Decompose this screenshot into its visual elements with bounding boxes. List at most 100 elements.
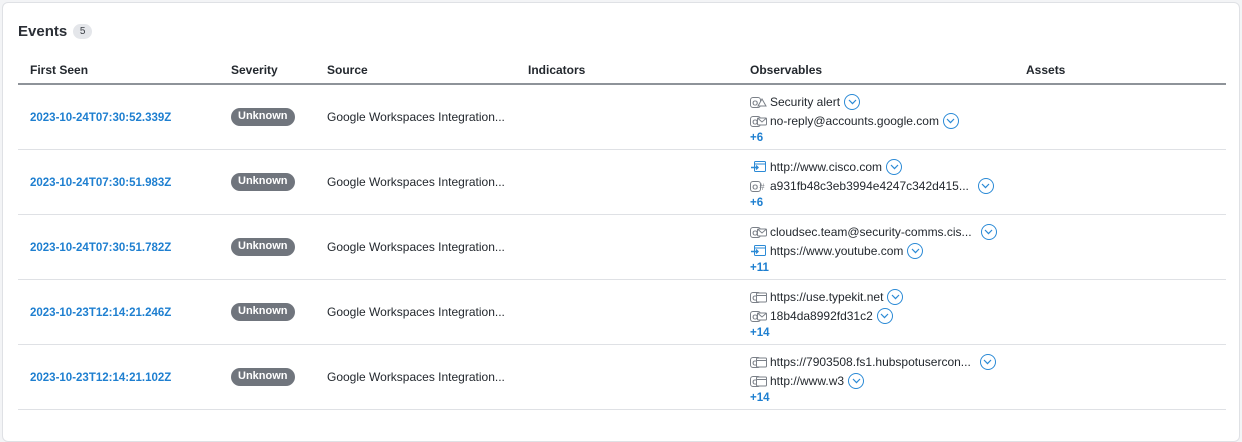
cell-source: Google Workspaces Integration... (315, 84, 516, 149)
domain-icon: O (750, 291, 767, 303)
hash-icon: O # (750, 180, 767, 192)
cell-assets (1014, 344, 1226, 409)
observable-value: https://7903508.fs1.hubspotusercon... (770, 355, 971, 369)
cell-severity: Unknown (219, 344, 315, 409)
observable-item: Ohttps://7903508.fs1.hubspotusercon... (750, 353, 1014, 372)
more-observables-link[interactable]: +14 (750, 326, 1014, 340)
first-seen-link[interactable]: 2023-10-23T12:14:21.102Z (30, 372, 171, 384)
observable-menu-button[interactable] (977, 178, 994, 194)
email-icon: O (750, 115, 767, 127)
email-icon: O (750, 310, 767, 322)
observable-menu-button[interactable] (844, 94, 861, 111)
source-text: Google Workspaces Integration... (327, 304, 505, 319)
observable-item: O Security alert (750, 93, 1014, 112)
observable-item: Ohttp://www.w3 (750, 372, 1014, 391)
observable-menu-button[interactable] (942, 113, 959, 130)
first-seen-link[interactable]: 2023-10-24T07:30:51.983Z (30, 177, 171, 189)
cell-indicators (516, 344, 738, 409)
chevron-down-icon (984, 229, 993, 235)
column-header-severity[interactable]: Severity (219, 59, 315, 85)
chevron-down-icon (891, 294, 900, 300)
chevron-down-icon (890, 164, 899, 170)
email-subject-icon: O (750, 96, 767, 108)
severity-badge: Unknown (231, 172, 295, 191)
table-header-row: First Seen Severity Source Indicators Ob… (18, 59, 1226, 85)
cell-source: Google Workspaces Integration... (315, 279, 516, 344)
observable-value: http://www.w3 (770, 374, 845, 388)
domain-icon: O (750, 356, 767, 368)
events-panel: Events 5 First Seen Severity Source Indi… (2, 2, 1240, 442)
column-header-first-seen[interactable]: First Seen (18, 59, 219, 85)
chevron-down-icon (981, 183, 990, 189)
column-header-indicators[interactable]: Indicators (516, 59, 738, 85)
table-row[interactable]: 2023-10-24T07:30:51.983Z Unknown Google Wo… (18, 149, 1226, 214)
more-observables-link[interactable]: +11 (750, 261, 1014, 275)
chevron-down-icon (852, 378, 861, 384)
cell-first-seen: 2023-10-24T07:30:51.782Z (18, 214, 219, 279)
more-observables-link[interactable]: +6 (750, 196, 1014, 210)
severity-badge: Unknown (231, 107, 295, 126)
observable-menu-button[interactable] (907, 243, 924, 259)
observable-item: O 18b4da8992fd31c2 (750, 307, 1014, 326)
column-header-assets[interactable]: Assets (1014, 59, 1226, 85)
url-icon (750, 245, 767, 257)
severity-badge: Unknown (231, 367, 295, 386)
table-row[interactable]: 2023-10-23T12:14:21.246Z Unknown Google Wo… (18, 279, 1226, 344)
events-count-badge: 5 (73, 24, 93, 39)
observable-menu-button[interactable] (848, 373, 865, 389)
observable-menu-button[interactable] (886, 159, 903, 175)
cell-severity: Unknown (219, 84, 315, 149)
chevron-down-icon (848, 99, 857, 105)
source-text: Google Workspaces Integration... (327, 239, 505, 254)
observable-item: O # a931fb48c3eb3994e4247c342d415... (750, 177, 1014, 196)
chevron-down-icon (880, 313, 889, 319)
observable-item: https://www.youtube.com (750, 242, 1014, 261)
cell-indicators (516, 149, 738, 214)
chevron-down-icon (911, 248, 920, 254)
column-header-source[interactable]: Source (315, 59, 516, 85)
cell-assets (1014, 279, 1226, 344)
cell-observables: O Security alert Ono-reply@accounts.google… (738, 84, 1014, 149)
cell-first-seen: 2023-10-23T12:14:21.246Z (18, 279, 219, 344)
first-seen-link[interactable]: 2023-10-23T12:14:21.246Z (30, 307, 171, 319)
more-observables-link[interactable]: +6 (750, 131, 1014, 145)
observable-value: https://use.typekit.net (770, 290, 884, 304)
column-header-observables[interactable]: Observables (738, 59, 1014, 85)
table-row[interactable]: 2023-10-24T07:30:51.782Z Unknown Google Wo… (18, 214, 1226, 279)
observable-menu-button[interactable] (979, 354, 996, 370)
severity-badge: Unknown (231, 302, 295, 321)
table-row[interactable]: 2023-10-24T07:30:52.339Z Unknown Google Wo… (18, 84, 1226, 149)
chevron-down-icon (946, 118, 955, 124)
cell-indicators (516, 214, 738, 279)
observable-value: https://www.youtube.com (770, 244, 904, 258)
panel-title: Events (18, 23, 68, 40)
url-icon (750, 161, 767, 173)
first-seen-link[interactable]: 2023-10-24T07:30:52.339Z (30, 112, 171, 124)
cell-assets (1014, 214, 1226, 279)
observable-value: Security alert (770, 95, 841, 110)
cell-indicators (516, 84, 738, 149)
first-seen-link[interactable]: 2023-10-24T07:30:51.782Z (30, 242, 171, 254)
panel-header: Events 5 (18, 23, 93, 40)
observable-item: http://www.cisco.com (750, 158, 1014, 177)
more-observables-link[interactable]: +14 (750, 391, 1014, 405)
cell-assets (1014, 149, 1226, 214)
observable-menu-button[interactable] (876, 308, 893, 324)
cell-observables: http://www.cisco.com O # a931fb48c3eb3994e4… (738, 149, 1014, 214)
svg-text:#: # (760, 182, 765, 192)
cell-first-seen: 2023-10-24T07:30:52.339Z (18, 84, 219, 149)
table-body: 2023-10-24T07:30:52.339Z Unknown Google Wo… (18, 84, 1226, 409)
observable-value: no-reply@accounts.google.com (770, 114, 939, 129)
observable-menu-button[interactable] (887, 289, 904, 305)
source-text: Google Workspaces Integration... (327, 174, 505, 189)
severity-badge: Unknown (231, 237, 295, 256)
cell-assets (1014, 84, 1226, 149)
observable-item: Ohttps://use.typekit.net (750, 288, 1014, 307)
observable-item: Ocloudsec.team@security-comms.cis... (750, 223, 1014, 242)
cell-severity: Unknown (219, 149, 315, 214)
observable-item: Ono-reply@accounts.google.com (750, 112, 1014, 131)
cell-observables: Ohttps://7903508.fs1.hubspotusercon... Oh… (738, 344, 1014, 409)
observable-menu-button[interactable] (980, 224, 997, 240)
table-row[interactable]: 2023-10-23T12:14:21.102Z Unknown Google Wo… (18, 344, 1226, 409)
observable-value: 18b4da8992fd31c2 (770, 309, 873, 323)
